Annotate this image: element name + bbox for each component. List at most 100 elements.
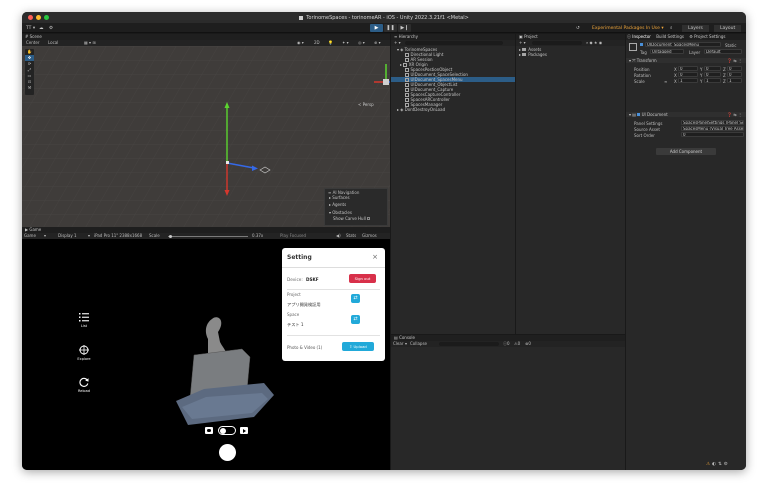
rotation-z-field[interactable]: 0 xyxy=(727,72,742,77)
mute-audio-icon[interactable]: ◀) xyxy=(336,233,341,239)
change-project-icon[interactable]: ⇄ xyxy=(351,294,360,303)
shutter-button[interactable] xyxy=(219,444,236,461)
hierarchy-search-input[interactable] xyxy=(405,41,503,45)
overlay-item-label: Agents xyxy=(332,202,347,207)
rotation-y-field[interactable]: 0 xyxy=(704,72,721,77)
scene-tools-palette: ✋ ✥ ⟳ ⤢ ▭ ⊡ ⚒ xyxy=(25,49,34,95)
cloud-icon[interactable]: ☁ xyxy=(39,25,44,32)
transform-header[interactable]: ▾ ⤧ Transform ❓ ⇆ ⋮ xyxy=(626,58,746,63)
layout-dropdown[interactable]: Layout xyxy=(714,24,742,32)
tag-dropdown[interactable]: Untagged xyxy=(650,49,684,54)
ai-navigation-title[interactable]: ≡ AI Navigation xyxy=(325,190,387,195)
panel-settings-field[interactable]: SpacesPanelSettings (Panel Settin xyxy=(681,120,744,125)
overlay-item-surfaces[interactable]: ▸ Surfaces xyxy=(325,195,387,200)
perspective-label[interactable]: < Persp xyxy=(358,102,374,107)
component-menu-icon[interactable]: ❓ ⇆ ⋮ xyxy=(727,58,742,63)
hierarchy-add-button[interactable]: + ▾ xyxy=(394,40,401,46)
space-label: Space xyxy=(287,312,300,317)
close-window-button[interactable] xyxy=(28,15,33,20)
scale-slider-thumb[interactable] xyxy=(169,234,172,238)
inspector-tab[interactable]: ⓘ Inspector xyxy=(627,34,651,39)
upload-button[interactable]: ⇧ Upload xyxy=(342,342,374,351)
console-warn-count[interactable]: ⚠0 xyxy=(514,341,520,347)
game-mode-dropdown[interactable]: Game xyxy=(24,233,36,239)
step-button[interactable]: ▶❙ xyxy=(398,24,411,32)
z-axis-label: Z xyxy=(723,73,726,78)
console-error-count[interactable]: ⊗0 xyxy=(525,341,531,347)
console-log-count[interactable]: ⓘ0 xyxy=(503,341,510,347)
scale-slider[interactable] xyxy=(168,235,248,237)
explore-button[interactable]: Explore xyxy=(74,345,94,361)
uidocument-header[interactable]: ▾ ▤ UI Document ❓ ⇆ ⋮ xyxy=(626,112,746,117)
experimental-packages-notice[interactable]: Experimental Packages In Use ▾ xyxy=(592,25,664,32)
layer-dropdown[interactable]: Default xyxy=(704,49,742,54)
collab-icon[interactable]: ⚙ xyxy=(49,25,53,32)
object-name-field[interactable]: UIDocument_SpacesMenu xyxy=(645,42,721,47)
account-dropdown[interactable]: TT ▾ xyxy=(26,25,35,32)
build-settings-tab[interactable]: Build Settings xyxy=(656,34,684,39)
show-carve-hull-checkbox[interactable]: Show Carve Hull xyxy=(325,216,387,221)
position-x-field[interactable]: 0 xyxy=(678,66,698,71)
undo-history-icon[interactable]: ↺ xyxy=(576,25,580,32)
source-asset-field[interactable]: SpacesMenu (Visual Tree Asset) xyxy=(681,126,744,131)
gameobject-icon xyxy=(405,78,409,82)
scale-y-field[interactable]: 1 xyxy=(704,78,721,83)
main-toolbar: TT ▾ ☁ ⚙ ▶ ❚❚ ▶❙ ↺ Experimental Packages… xyxy=(22,23,746,33)
position-z-field[interactable]: 0 xyxy=(727,66,742,71)
resolution-dropdown[interactable]: iPad Pro 11" 2388x1668 xyxy=(94,233,142,239)
project-search-input[interactable] xyxy=(532,41,582,45)
search-icon[interactable]: ⌕ xyxy=(670,25,673,32)
play-button[interactable]: ▶ xyxy=(370,24,383,32)
gameobject-icon xyxy=(405,88,409,92)
custom-tool-icon[interactable]: ⚒ xyxy=(25,85,34,91)
zoom-window-button[interactable] xyxy=(44,15,49,20)
scale-link-icon[interactable]: ∞ xyxy=(664,79,667,84)
add-component-button[interactable]: Add Component xyxy=(656,148,716,155)
rotation-x-field[interactable]: 0 xyxy=(678,72,698,77)
display-dropdown[interactable]: Display 1 xyxy=(58,233,77,239)
project-folder-packages[interactable]: ▸ Packages xyxy=(516,52,625,57)
close-icon[interactable]: × xyxy=(372,253,378,261)
overlay-item-agents[interactable]: ▸ Agents xyxy=(325,202,387,207)
scale-x-field[interactable]: 1 xyxy=(678,78,698,83)
list-button[interactable]: List xyxy=(74,313,94,328)
active-checkbox[interactable] xyxy=(640,43,643,46)
console-search-input[interactable] xyxy=(439,342,499,346)
overlay-item-label: Surfaces xyxy=(332,195,350,200)
y-axis-label: Y xyxy=(700,67,703,72)
reload-button[interactable]: Reload xyxy=(74,377,94,393)
hierarchy-dontdestroy-root[interactable]: ▸ ◈ DontDestroyOnLoad xyxy=(391,107,515,112)
scale-z-field[interactable]: 1 xyxy=(727,78,742,83)
position-y-field[interactable]: 0 xyxy=(704,66,721,71)
change-space-icon[interactable]: ⇄ xyxy=(351,315,360,324)
gameobject-icon xyxy=(405,68,409,72)
pause-button[interactable]: ❚❚ xyxy=(384,24,397,32)
static-checkbox[interactable]: Static xyxy=(725,43,736,48)
minimize-window-button[interactable] xyxy=(36,15,41,20)
signout-button[interactable]: Sign out xyxy=(349,274,376,283)
hierarchy-toolbar: + ▾ xyxy=(391,40,515,46)
project-settings-tab[interactable]: ⚙ Project Settings xyxy=(689,34,725,39)
camera-mode-icon[interactable] xyxy=(205,427,213,434)
play-focused-dropdown[interactable]: Play Focused xyxy=(280,233,306,239)
center-handle[interactable] xyxy=(226,161,229,164)
project-filter-icons[interactable]: ⌕ ◆ ★ ◉ xyxy=(586,40,602,46)
stats-button[interactable]: Stats xyxy=(346,233,356,239)
explore-icon xyxy=(79,345,89,355)
component-menu-icon[interactable]: ❓ ⇆ ⋮ xyxy=(727,112,742,117)
unity-editor-window: TorinomeSpaces - torinomeAR - iOS - Unit… xyxy=(22,12,746,470)
dialog-divider xyxy=(287,335,380,336)
debug-status-icon[interactable]: ⚙ xyxy=(724,462,730,467)
uidocument-header-label: UI Document xyxy=(641,112,668,117)
layers-dropdown[interactable]: Layers xyxy=(682,24,709,32)
sort-order-field[interactable]: 0 xyxy=(681,132,744,137)
console-collapse-button[interactable]: Collapse xyxy=(410,341,427,347)
uidocument-enabled-checkbox[interactable] xyxy=(637,113,641,116)
project-add-button[interactable]: + ▾ xyxy=(519,40,526,46)
panel-settings-label: Panel Settings xyxy=(634,121,663,126)
video-mode-icon[interactable] xyxy=(240,427,248,434)
overlay-item-obstacles[interactable]: ▾ Obstacles xyxy=(325,210,387,215)
gizmos-dropdown[interactable]: Gizmos xyxy=(362,233,377,239)
photo-video-toggle[interactable] xyxy=(218,426,236,435)
console-clear-button[interactable]: Clear xyxy=(393,341,403,347)
